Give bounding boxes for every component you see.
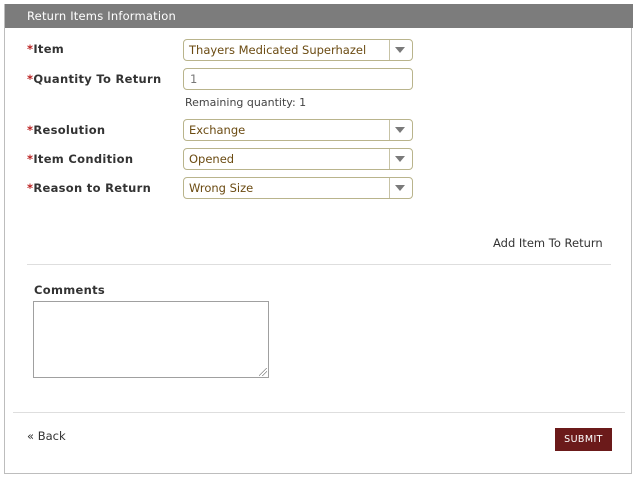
add-item-link[interactable]: Add Item To Return: [493, 236, 603, 250]
comments-textarea[interactable]: [33, 301, 269, 378]
resolution-label: *Resolution: [27, 123, 105, 137]
item-label-text: Item: [33, 42, 65, 56]
section-header: Return Items Information: [5, 4, 633, 28]
condition-label-text: Item Condition: [33, 152, 134, 166]
back-link[interactable]: « Back: [27, 429, 66, 443]
quantity-input[interactable]: 1: [183, 68, 413, 90]
chevron-down-icon: [395, 156, 405, 162]
chevron-down-icon: [395, 127, 405, 133]
resolution-select-value: Exchange: [189, 123, 246, 137]
condition-label: *Item Condition: [27, 152, 133, 166]
item-label: *Item: [27, 42, 64, 56]
remaining-quantity-hint: Remaining quantity: 1: [185, 96, 307, 109]
item-select[interactable]: Thayers Medicated Superhazel: [183, 39, 413, 61]
condition-select-toggle[interactable]: [389, 149, 412, 169]
resolution-select-toggle[interactable]: [389, 120, 412, 140]
divider: [13, 412, 625, 413]
condition-select[interactable]: Opened: [183, 148, 413, 170]
condition-select-value: Opened: [189, 152, 235, 166]
resize-grip-icon[interactable]: [259, 368, 267, 376]
return-items-panel: Return Items Information *Item Thayers M…: [4, 4, 633, 474]
submit-button[interactable]: SUBMIT: [555, 428, 612, 451]
resolution-label-text: Resolution: [33, 123, 106, 137]
item-select-toggle[interactable]: [389, 40, 412, 60]
chevron-down-icon: [395, 185, 405, 191]
reason-label-text: Reason to Return: [33, 181, 152, 195]
item-select-value: Thayers Medicated Superhazel: [189, 43, 367, 57]
chevron-down-icon: [395, 47, 405, 53]
reason-select-value: Wrong Size: [189, 181, 254, 195]
resolution-select[interactable]: Exchange: [183, 119, 413, 141]
divider: [27, 264, 611, 265]
reason-select-toggle[interactable]: [389, 178, 412, 198]
quantity-label: *Quantity To Return: [27, 72, 162, 86]
comments-label: Comments: [34, 283, 106, 297]
reason-select[interactable]: Wrong Size: [183, 177, 413, 199]
quantity-label-text: Quantity To Return: [33, 72, 162, 86]
reason-label: *Reason to Return: [27, 181, 151, 195]
